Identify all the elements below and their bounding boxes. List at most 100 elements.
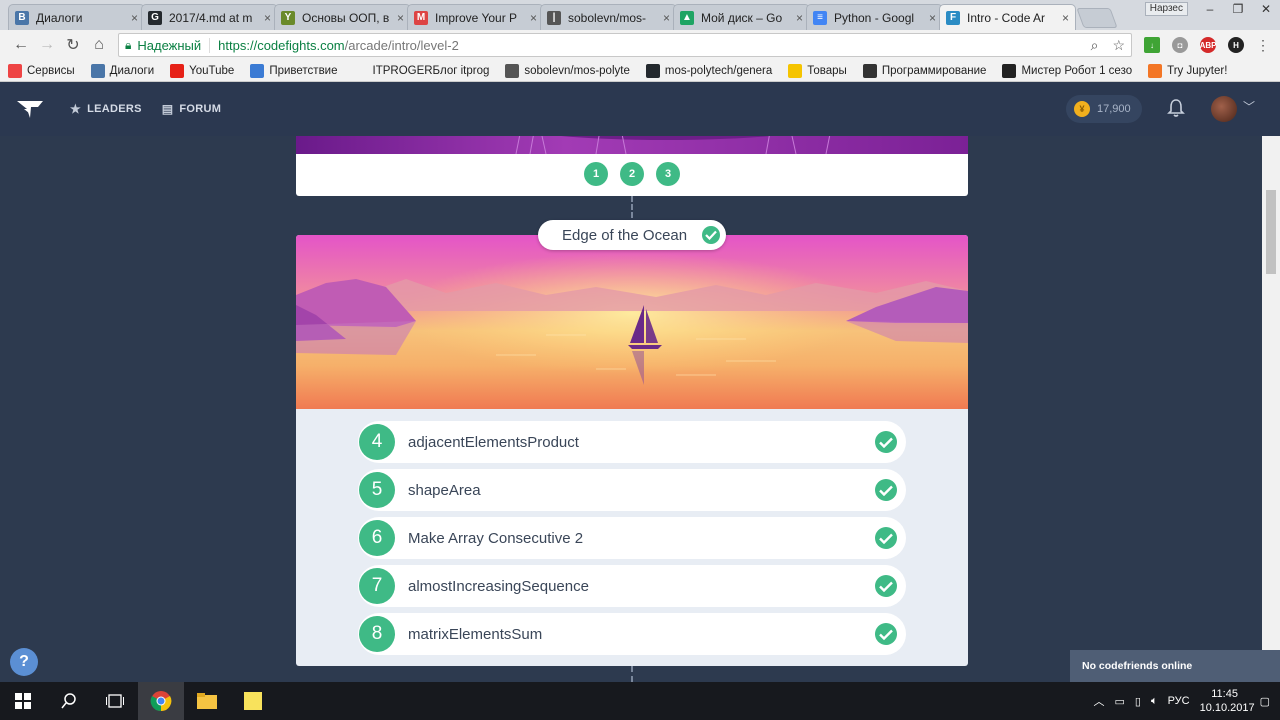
task-complete-check-icon	[875, 479, 897, 501]
task-row[interactable]: 5 shapeArea	[358, 469, 906, 511]
task-view-icon[interactable]	[92, 682, 138, 720]
codefriends-panel[interactable]: No codefriends online	[1070, 650, 1280, 682]
url-host: https://codefights.com	[218, 37, 345, 53]
task-row[interactable]: 4 adjacentElementsProduct	[358, 421, 906, 463]
tab-title: Python - Googl	[834, 10, 915, 25]
bookmark-label: Диалоги	[109, 64, 155, 77]
friends-status: No codefriends online	[1082, 660, 1193, 672]
tab-close-icon[interactable]: ×	[796, 11, 803, 25]
tab-title: Основы ООП, в	[302, 10, 390, 25]
browser-tab[interactable]: | sobolevn/mos- ×	[540, 4, 677, 30]
coin-balance[interactable]: ¥ 17,900	[1066, 95, 1142, 123]
camera-extension-icon[interactable]: ◘	[1172, 37, 1188, 53]
bookmark-favicon-icon	[90, 63, 105, 78]
codefights-logo-icon[interactable]	[16, 98, 44, 120]
task-row[interactable]: 8 matrixElementsSum	[358, 613, 906, 655]
tab-close-icon[interactable]: ×	[131, 11, 138, 25]
bookmark-item[interactable]: Программирование	[862, 63, 987, 78]
bookmark-label: Приветствие	[269, 64, 338, 77]
browser-tab[interactable]: Y Основы ООП, в ×	[274, 4, 411, 30]
chrome-taskbar-icon[interactable]	[138, 682, 184, 720]
file-explorer-icon[interactable]	[184, 682, 230, 720]
back-icon[interactable]: ←	[8, 36, 34, 54]
profile-label[interactable]: Нарзес	[1144, 2, 1188, 16]
tab-close-icon[interactable]: ×	[1062, 11, 1069, 25]
task-number: 4	[359, 424, 395, 460]
page-scrollbar[interactable]	[1262, 136, 1280, 682]
address-bar[interactable]: 🔒︎ Надежный https://codefights.com/arcad…	[118, 33, 1132, 57]
volume-icon[interactable]: 🔈︎	[1151, 695, 1158, 708]
tab-favicon-icon: |	[547, 10, 561, 25]
bookmark-item[interactable]: Товары	[788, 63, 847, 78]
clock[interactable]: 11:45 10.10.2017	[1200, 687, 1255, 715]
tab-title: Improve Your P	[435, 10, 518, 25]
browser-tab[interactable]: M Improve Your P ×	[407, 4, 544, 30]
bookmark-item[interactable]: Мистер Робот 1 сезо	[1002, 63, 1132, 78]
download-extension-icon[interactable]: ↓	[1144, 37, 1160, 53]
bookmark-item[interactable]: YouTube	[170, 63, 234, 78]
tab-favicon-icon: M	[414, 10, 428, 25]
windows-start-icon[interactable]	[0, 682, 46, 720]
bookmark-item[interactable]: Диалоги	[90, 63, 155, 78]
tab-close-icon[interactable]: ×	[530, 11, 537, 25]
bookmark-item[interactable]: ITPROGERБлог itprog	[353, 63, 489, 78]
bell-icon[interactable]	[1167, 98, 1185, 118]
network-icon[interactable]: ▭	[1114, 695, 1124, 708]
browser-tab[interactable]: F Intro - Code Ar ×	[939, 4, 1076, 30]
restore-icon[interactable]: ❐	[1224, 2, 1252, 16]
bookmark-item[interactable]: Сервисы	[8, 63, 75, 78]
task-name: Make Array Consecutive 2	[408, 529, 584, 547]
close-window-icon[interactable]: ✕	[1252, 2, 1280, 16]
tab-close-icon[interactable]: ×	[397, 11, 404, 25]
forward-icon[interactable]: →	[34, 36, 60, 54]
menu-icon[interactable]: ⋮	[1256, 37, 1270, 54]
bookmark-favicon-icon	[505, 63, 520, 78]
bookmark-item[interactable]: sobolevn/mos-polyte	[505, 63, 630, 78]
level-dot[interactable]: 1	[584, 162, 608, 186]
new-tab-button[interactable]	[1076, 8, 1118, 28]
browser-tab[interactable]: ≡ Python - Googl ×	[806, 4, 943, 30]
sticky-notes-icon[interactable]	[230, 682, 276, 720]
h-extension-icon[interactable]: H	[1228, 37, 1244, 53]
bookmark-item[interactable]: mos-polytech/genera	[645, 63, 772, 78]
bookmark-item[interactable]: Try Jupyter!	[1148, 63, 1227, 78]
battery-icon[interactable]: ▯	[1135, 695, 1141, 708]
level-dot[interactable]: 2	[620, 162, 644, 186]
tab-close-icon[interactable]: ×	[663, 11, 670, 25]
browser-tab[interactable]: G 2017/4.md at m ×	[141, 4, 278, 30]
bookmark-favicon-icon	[788, 63, 803, 78]
tray-expand-icon[interactable]: ︿	[1093, 693, 1104, 709]
bookmark-label: sobolevn/mos-polyte	[524, 64, 630, 77]
avatar[interactable]	[1211, 96, 1237, 122]
tab-close-icon[interactable]: ×	[264, 11, 271, 25]
zoom-icon[interactable]: ⌕	[1091, 37, 1099, 54]
bookmark-label: Программирование	[881, 64, 987, 77]
previous-level-card: 1 2 3	[296, 136, 968, 196]
task-row[interactable]: 6 Make Array Consecutive 2	[358, 517, 906, 559]
chevron-down-icon[interactable]: ﹀	[1243, 98, 1255, 115]
bookmark-item[interactable]: Приветствие	[250, 63, 338, 78]
search-icon[interactable]	[46, 682, 92, 720]
minimize-icon[interactable]: –	[1196, 2, 1224, 16]
level-card: 4 adjacentElementsProduct 5 shapeArea 6 Make …	[296, 235, 968, 666]
nav-leaders[interactable]: ★ LEADERS	[70, 102, 142, 116]
input-language[interactable]: РУС	[1168, 695, 1190, 707]
tab-favicon-icon: G	[148, 10, 162, 25]
help-button[interactable]: ?	[10, 648, 38, 676]
nav-forum[interactable]: ▤ FORUM	[162, 102, 221, 116]
tab-title: 2017/4.md at m	[169, 10, 253, 25]
nav-forum-label: FORUM	[179, 103, 222, 115]
bookmark-favicon-icon	[645, 63, 660, 78]
task-row[interactable]: 7 almostIncreasingSequence	[358, 565, 906, 607]
reload-icon[interactable]: ↻	[60, 35, 86, 55]
notifications-icon[interactable]: ▢	[1260, 695, 1270, 708]
tab-title: Диалоги	[36, 10, 83, 25]
browser-tab[interactable]: В Диалоги ×	[8, 4, 145, 30]
home-icon[interactable]: ⌂	[86, 36, 112, 54]
level-dot[interactable]: 3	[656, 162, 680, 186]
browser-tab[interactable]: ▲ Мой диск – Go ×	[673, 4, 810, 30]
tab-close-icon[interactable]: ×	[929, 11, 936, 25]
adblock-icon[interactable]: ABP	[1200, 37, 1216, 53]
bookmark-star-icon[interactable]: ☆	[1112, 37, 1125, 54]
scrollbar-thumb[interactable]	[1266, 190, 1276, 274]
